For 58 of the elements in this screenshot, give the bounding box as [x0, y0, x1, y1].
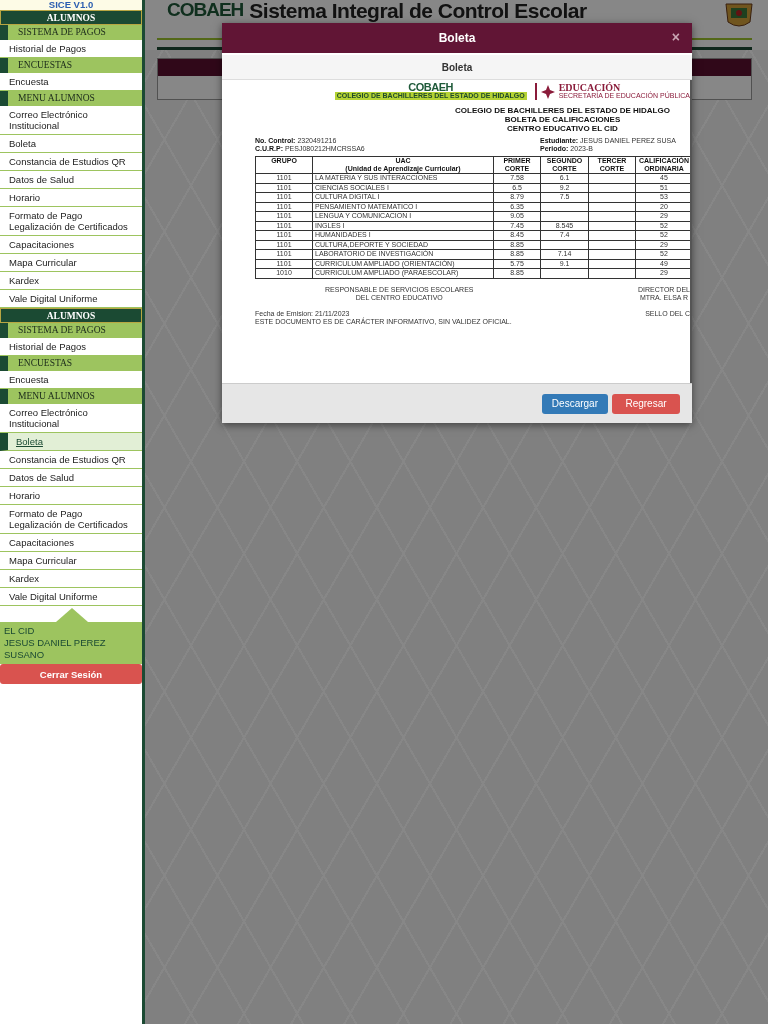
table-cell — [588, 173, 636, 183]
modal-title: Boleta — [438, 31, 476, 45]
sidebar-item[interactable]: Kardex — [0, 570, 142, 588]
sidebar-item[interactable]: Mapa Curricular — [0, 254, 142, 272]
modal-subtitle: Boleta — [222, 55, 692, 80]
table-cell — [588, 202, 636, 212]
logout-button[interactable]: Cerrar Sesión — [0, 664, 142, 684]
table-cell — [588, 259, 636, 269]
user-info-text: JESUS DANIEL PEREZ SUSANO — [4, 637, 107, 661]
menu-header: ALUMNOS — [0, 308, 142, 323]
download-button[interactable]: Descargar — [541, 393, 608, 414]
sidebar-item[interactable]: Boleta — [0, 135, 142, 153]
menu-section-header: MENU ALUMNOS — [0, 91, 142, 106]
sidebar-item[interactable]: Constancia de Estudios QR — [0, 153, 142, 171]
menu-section-header: ENCUESTAS — [0, 356, 142, 371]
table-cell — [540, 268, 589, 278]
sidebar-item[interactable]: Mapa Curricular — [0, 552, 142, 570]
sidebar-item[interactable]: Datos de Salud — [0, 171, 142, 189]
table-cell — [588, 230, 636, 240]
table-cell — [588, 268, 636, 278]
table-cell — [588, 183, 636, 193]
sidebar-item[interactable]: Boleta — [0, 433, 142, 451]
sidebar-item[interactable]: Formato de Pago Legalización de Certificados — [0, 207, 142, 236]
table-cell — [588, 249, 636, 259]
table-cell — [588, 192, 636, 202]
sidebar-item[interactable]: Capacitaciones — [0, 534, 142, 552]
close-button[interactable]: × — [671, 30, 680, 44]
menu-section-header: ENCUESTAS — [0, 58, 142, 73]
sidebar-item[interactable]: Kardex — [0, 272, 142, 290]
table-cell — [588, 211, 636, 221]
menu-section-header: SISTEMA DE PAGOS — [0, 25, 142, 40]
sidebar-item[interactable]: Capacitaciones — [0, 236, 142, 254]
table-cell — [540, 240, 589, 250]
sidebar-item[interactable]: Constancia de Estudios QR — [0, 451, 142, 469]
menu-header: ALUMNOS — [0, 10, 142, 25]
star-icon — [540, 84, 555, 99]
menu-section-header: MENU ALUMNOS — [0, 389, 142, 404]
table-cell — [588, 240, 636, 250]
version-label: SICE V1.0 — [0, 0, 142, 10]
document-heading: BOLETA DE CALIFICACIONES — [504, 115, 621, 124]
sidebar-item[interactable]: Datos de Salud — [0, 469, 142, 487]
document-heading: COLEGIO DE BACHILLERES DEL ESTADO DE HIDALGO — [455, 106, 670, 115]
menu-section-header: SISTEMA DE PAGOS — [0, 323, 142, 338]
sidebar-item[interactable]: Horario — [0, 189, 142, 207]
sidebar-item[interactable]: Horario — [0, 487, 142, 505]
document-heading: CENTRO EDUCATIVO EL CID — [507, 124, 618, 133]
sidebar-item[interactable]: Correo Electrónico Institucional — [0, 106, 142, 135]
table-cell — [540, 202, 589, 212]
table-cell — [540, 211, 589, 221]
table-cell — [588, 221, 636, 231]
user-info-text: EL CID — [4, 625, 36, 637]
sidebar-item[interactable]: Vale Digital Uniforme — [0, 588, 142, 606]
page-title: Sistema Integral de Control Escolar — [249, 0, 587, 21]
agency-name: EDUCACIÓN — [558, 83, 621, 92]
sidebar-item[interactable]: Formato de Pago Legalización de Certificados — [0, 505, 142, 534]
back-button[interactable]: Regresar — [612, 393, 680, 414]
document-logo: COBAEH — [407, 82, 454, 92]
logo: COBAEH — [167, 0, 244, 20]
